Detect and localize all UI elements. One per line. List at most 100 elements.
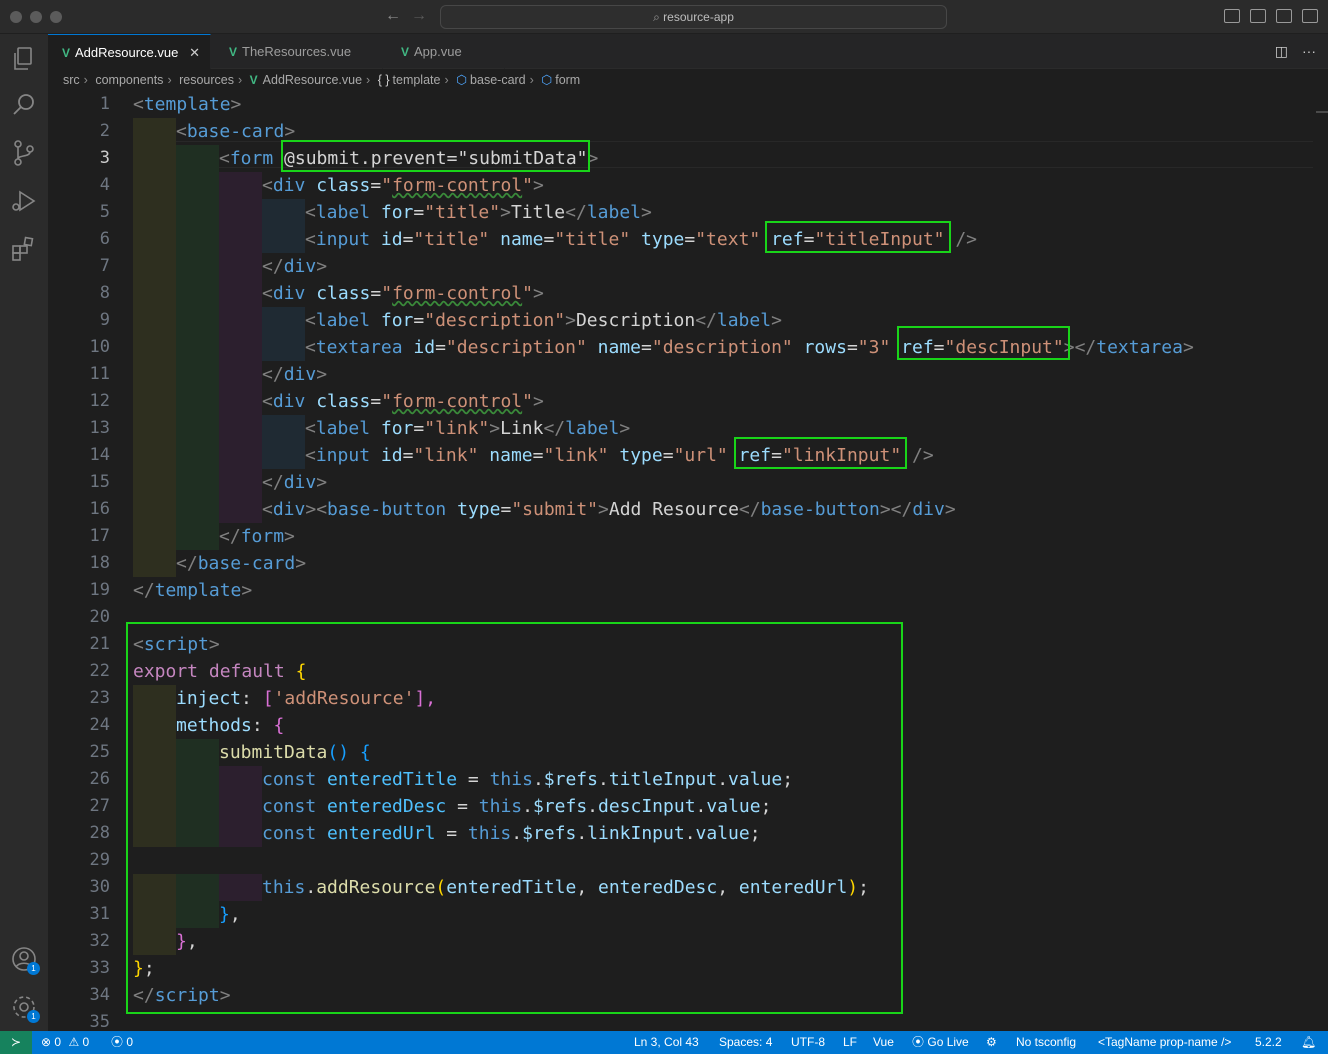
tsconfig-status[interactable]: No tsconfig: [1016, 1031, 1076, 1054]
breadcrumb-item[interactable]: components: [95, 73, 163, 87]
indent-guide: [176, 307, 219, 334]
indentation[interactable]: Spaces: 4: [719, 1031, 772, 1054]
indent-guide: [219, 415, 262, 442]
code-line-8: <div class="form-control">: [262, 283, 544, 304]
gear-icon[interactable]: ⚙: [986, 1031, 997, 1054]
indent-guide: [219, 361, 262, 388]
broadcast-icon: ⦿: [912, 1035, 925, 1049]
line-number[interactable]: 2: [48, 118, 110, 145]
close-window-button[interactable]: [10, 11, 22, 23]
maximize-window-button[interactable]: [50, 11, 62, 23]
tab-addresource[interactable]: V AddResource.vue ✕: [48, 34, 211, 69]
breadcrumb-item[interactable]: resources: [179, 73, 234, 87]
line-number[interactable]: 12: [48, 388, 110, 415]
line-number[interactable]: 6: [48, 226, 110, 253]
forward-arrow-icon[interactable]: →: [411, 7, 427, 25]
line-number[interactable]: 21: [48, 631, 110, 658]
line-number[interactable]: 19: [48, 577, 110, 604]
explorer-icon[interactable]: [9, 44, 39, 74]
breadcrumb-item[interactable]: form: [555, 73, 580, 87]
tab-theresources[interactable]: V TheResources.vue: [215, 34, 383, 69]
tag-name-case[interactable]: <TagName prop-name />: [1098, 1031, 1231, 1054]
breadcrumb-item[interactable]: template: [393, 73, 441, 87]
line-number[interactable]: 3: [48, 145, 110, 172]
end-of-line[interactable]: LF: [843, 1031, 857, 1054]
indent-guide: [219, 442, 262, 469]
line-number[interactable]: 23: [48, 685, 110, 712]
indent-guide: [219, 469, 262, 496]
line-number[interactable]: 18: [48, 550, 110, 577]
breadcrumb-item[interactable]: src: [63, 73, 80, 87]
encoding[interactable]: UTF-8: [791, 1031, 825, 1054]
back-arrow-icon[interactable]: ←: [385, 7, 401, 25]
indent-guide: [219, 280, 262, 307]
ports-indicator[interactable]: ⦿ 0: [111, 1031, 133, 1054]
more-actions-icon[interactable]: ···: [1302, 43, 1316, 59]
highlight-link-ref: [734, 437, 907, 469]
close-icon[interactable]: ✕: [189, 35, 200, 70]
minimize-window-button[interactable]: [30, 11, 42, 23]
line-number[interactable]: 13: [48, 415, 110, 442]
indent-guide: [262, 199, 305, 226]
line-number[interactable]: 35: [48, 1009, 110, 1031]
line-number[interactable]: 22: [48, 658, 110, 685]
toggle-panel-icon[interactable]: [1250, 9, 1266, 23]
line-number[interactable]: 15: [48, 469, 110, 496]
go-live-button[interactable]: ⦿ Go Live: [912, 1031, 969, 1054]
line-number[interactable]: 10: [48, 334, 110, 361]
line-number[interactable]: 27: [48, 793, 110, 820]
line-number[interactable]: 11: [48, 361, 110, 388]
line-number[interactable]: 32: [48, 928, 110, 955]
search-icon[interactable]: [9, 90, 39, 120]
ts-version[interactable]: 5.2.2: [1255, 1031, 1282, 1054]
toggle-secondary-sidebar-icon[interactable]: [1276, 9, 1292, 23]
indent-guide: [262, 442, 305, 469]
customize-layout-icon[interactable]: [1302, 9, 1318, 23]
extensions-icon[interactable]: [9, 234, 39, 264]
code-line-19: </template>: [133, 580, 253, 601]
line-number[interactable]: 26: [48, 766, 110, 793]
tab-app[interactable]: V App.vue: [387, 34, 505, 69]
line-number[interactable]: 8: [48, 280, 110, 307]
indent-guide: [176, 496, 219, 523]
split-editor-icon[interactable]: ◫: [1275, 43, 1288, 59]
line-number[interactable]: 30: [48, 874, 110, 901]
command-center[interactable]: ⌕ resource-app: [440, 5, 947, 29]
bell-icon[interactable]: 🔔︎: [1301, 1031, 1316, 1054]
indent-guide: [219, 199, 262, 226]
code-editor[interactable]: 1 2 3 4 5 6 7 8 9 10 11 12 13 14 15 16 17 18 19 20 21 22 23 24 2…: [48, 91, 1328, 1031]
indent-guide: [176, 145, 219, 172]
toggle-primary-sidebar-icon[interactable]: [1224, 9, 1240, 23]
line-number[interactable]: 5: [48, 199, 110, 226]
breadcrumb-item[interactable]: AddResource.vue: [263, 73, 362, 87]
line-number[interactable]: 25: [48, 739, 110, 766]
line-number[interactable]: 33: [48, 955, 110, 982]
line-number[interactable]: 9: [48, 307, 110, 334]
run-debug-icon[interactable]: [9, 186, 39, 216]
line-number[interactable]: 29: [48, 847, 110, 874]
line-number[interactable]: 17: [48, 523, 110, 550]
code-line-1: <template>: [133, 94, 242, 115]
line-number[interactable]: 31: [48, 901, 110, 928]
scrollbar[interactable]: [1316, 111, 1328, 113]
vue-file-icon: V: [229, 45, 238, 59]
line-number[interactable]: 1: [48, 91, 110, 118]
line-number[interactable]: 7: [48, 253, 110, 280]
cursor-position[interactable]: Ln 3, Col 43: [634, 1031, 699, 1054]
line-number[interactable]: 28: [48, 820, 110, 847]
breadcrumb-item[interactable]: base-card: [470, 73, 526, 87]
line-number[interactable]: 14: [48, 442, 110, 469]
line-number[interactable]: 34: [48, 982, 110, 1009]
line-number[interactable]: 24: [48, 712, 110, 739]
highlight-desc-ref: [897, 326, 1070, 360]
manage-gear-icon[interactable]: 1: [9, 992, 40, 1023]
line-number[interactable]: 20: [48, 604, 110, 631]
language-mode[interactable]: Vue: [873, 1031, 894, 1054]
remote-icon[interactable]: ≻: [0, 1031, 32, 1054]
problems-indicator[interactable]: ⊗ 0 ⚠ 0: [41, 1031, 89, 1054]
source-control-icon[interactable]: [9, 138, 39, 168]
accounts-icon[interactable]: 1: [9, 944, 40, 975]
line-number[interactable]: 4: [48, 172, 110, 199]
line-number[interactable]: 16: [48, 496, 110, 523]
indent-guide: [176, 415, 219, 442]
